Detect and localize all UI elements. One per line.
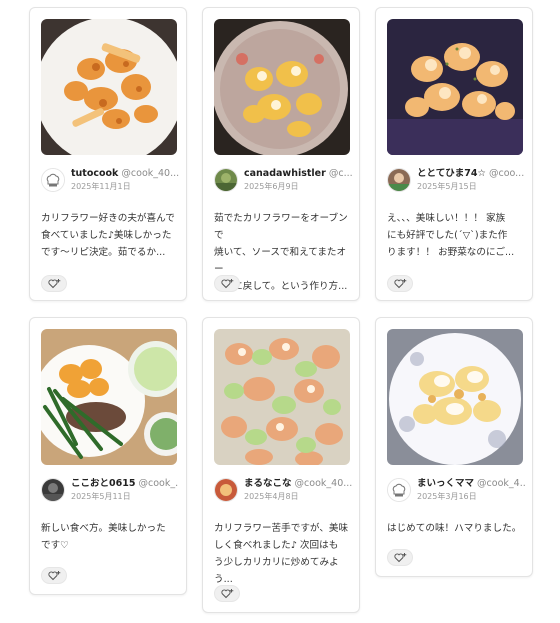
author-username[interactable]: まいっくママ (417, 478, 474, 489)
report-card[interactable]: まいっくママ @cook_4... 2025年3月16日 はじめての味！ハマりま… (375, 317, 533, 577)
heart-plus-icon (221, 589, 234, 599)
comment-line: う少しカリカリに炒めてみよう... (214, 557, 339, 585)
report-author[interactable]: ととてひま74☆ @coo... 2025年5月15日 (387, 166, 525, 196)
report-comment: え、、、美味しい！！！ 家族 にも好評でした(´▽`)また作 ります！！ お野菜… (387, 210, 527, 261)
heart-plus-icon (48, 571, 61, 581)
author-handle: @cook_40... (294, 478, 352, 489)
comment-line: 茹でたカリフラワーをオーブンで (214, 213, 348, 241)
comment-line: はじめての味！ハマりました。 (387, 523, 522, 534)
dish-photo[interactable] (387, 19, 523, 155)
author-username[interactable]: ととてひま74☆ (417, 168, 486, 179)
author-username[interactable]: ここおと0615 (71, 478, 135, 489)
report-card[interactable]: ととてひま74☆ @coo... 2025年5月15日 え、、、美味しい！！！ … (375, 7, 533, 301)
comment-line: 焼いて、ソースで和えてまたオー (214, 247, 347, 275)
report-date: 2025年11月1日 (71, 182, 131, 191)
comment-line: しく食べれました♪ 次回はも (214, 540, 339, 551)
report-author[interactable]: tutocook @cook_40... 2025年11月1日 (41, 166, 179, 196)
report-comment: 新しい食べ方。美味しかった です♡ (41, 520, 181, 554)
dish-photo[interactable] (214, 329, 350, 465)
report-author[interactable]: まいっくママ @cook_4... 2025年3月16日 (387, 476, 525, 506)
user-avatar (41, 478, 65, 502)
author-username[interactable]: tutocook (71, 168, 118, 179)
like-button[interactable] (41, 567, 67, 584)
report-author[interactable]: まるなこな @cook_40... 2025年4月8日 (214, 476, 352, 506)
report-date: 2025年3月16日 (417, 492, 477, 501)
author-handle: @coo... (488, 168, 525, 179)
user-avatar (214, 168, 238, 192)
comment-line: です♡ (41, 540, 69, 551)
author-handle: @c... (328, 168, 352, 179)
report-date: 2025年5月11日 (71, 492, 131, 501)
like-button[interactable] (41, 275, 67, 292)
heart-plus-icon (221, 279, 234, 289)
report-card[interactable]: ここおと0615 @cook_... 2025年5月11日 新しい食べ方。美味し… (29, 317, 187, 595)
author-handle: @cook_4... (477, 478, 525, 489)
report-card[interactable]: まるなこな @cook_40... 2025年4月8日 カリフラワー苦手ですが、… (202, 317, 360, 613)
comment-line: にも好評でした(´▽`)また作 (387, 230, 508, 241)
dish-photo[interactable] (41, 329, 177, 465)
heart-plus-icon (48, 279, 61, 289)
comment-line: ります！！ お野菜なのにご... (387, 247, 515, 258)
author-username[interactable]: canadawhistler (244, 168, 326, 179)
user-avatar (387, 168, 411, 192)
dish-photo[interactable] (41, 19, 177, 155)
author-line: まいっくママ @cook_4... (417, 478, 525, 490)
author-line: tutocook @cook_40... (71, 168, 179, 180)
comment-line: カリフラワー好きの夫が喜んで (41, 213, 175, 224)
author-line: canadawhistler @c... (244, 168, 352, 180)
author-handle: @cook_... (138, 478, 179, 489)
user-avatar (214, 478, 238, 502)
author-username[interactable]: まるなこな (244, 478, 292, 489)
author-line: まるなこな @cook_40... (244, 478, 352, 490)
chef-hat-icon (41, 168, 65, 192)
like-button[interactable] (214, 585, 240, 602)
comment-line: 新しい食べ方。美味しかった (41, 523, 166, 534)
report-date: 2025年4月8日 (244, 492, 299, 501)
chef-hat-icon (387, 478, 411, 502)
heart-plus-icon (394, 553, 407, 563)
dish-photo[interactable] (214, 19, 350, 155)
report-comment: はじめての味！ハマりました。 (387, 520, 527, 537)
report-date: 2025年6月9日 (244, 182, 299, 191)
author-handle: @cook_40... (121, 168, 179, 179)
comment-line: カリフラワー苦手ですが、美味 (214, 523, 349, 534)
like-button[interactable] (214, 275, 240, 292)
author-line: ととてひま74☆ @coo... (417, 168, 525, 180)
like-button[interactable] (387, 549, 413, 566)
report-comment: カリフラワー苦手ですが、美味 しく食べれました♪ 次回はも う少しカリカリに炒め… (214, 520, 354, 588)
dish-photo[interactable] (387, 329, 523, 465)
report-card[interactable]: canadawhistler @c... 2025年6月9日 茹でたカリフラワー… (202, 7, 360, 301)
comment-line: 食べていました♪美味しかった (41, 230, 172, 241)
report-comment: カリフラワー好きの夫が喜んで 食べていました♪美味しかった です〜リピ決定。茹で… (41, 210, 181, 261)
heart-plus-icon (394, 279, 407, 289)
comment-line: え、、、美味しい！！！ 家族 (387, 213, 506, 224)
report-date: 2025年5月15日 (417, 182, 477, 191)
report-card[interactable]: tutocook @cook_40... 2025年11月1日 カリフラワー好き… (29, 7, 187, 301)
author-line: ここおと0615 @cook_... (71, 478, 179, 490)
report-author[interactable]: ここおと0615 @cook_... 2025年5月11日 (41, 476, 179, 506)
like-button[interactable] (387, 275, 413, 292)
report-author[interactable]: canadawhistler @c... 2025年6月9日 (214, 166, 352, 196)
comment-line: です〜リピ決定。茹でるか... (41, 247, 166, 258)
